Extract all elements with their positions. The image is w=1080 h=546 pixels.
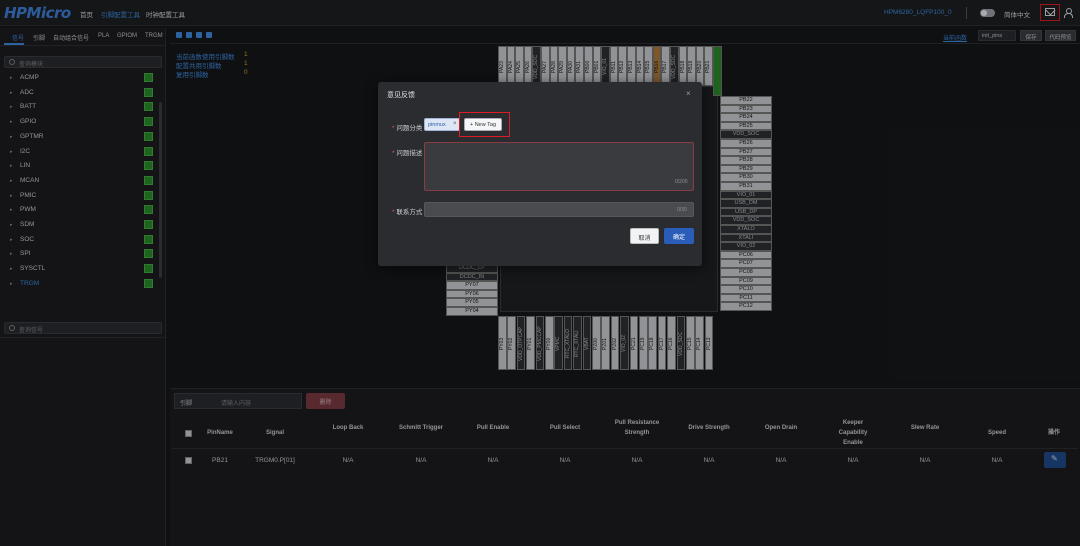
close-icon[interactable]: ×	[686, 89, 691, 98]
contact-input[interactable]: 0/30	[424, 202, 694, 217]
tag-pinmux[interactable]: pinmux ×	[424, 118, 460, 131]
new-tag-button[interactable]: + New Tag	[464, 118, 502, 131]
char-counter: 0/200	[675, 179, 688, 185]
cancel-button[interactable]: 取消	[630, 228, 659, 244]
description-label-text: 问题描述	[396, 150, 423, 157]
category-label: * 问题分类	[392, 125, 423, 132]
confirm-button[interactable]: 确定	[664, 228, 694, 244]
description-label: * 问题描述	[392, 150, 423, 157]
tag-label: pinmux	[428, 122, 446, 128]
category-label-text: 问题分类	[396, 125, 423, 132]
contact-label: * 联系方式	[392, 209, 423, 216]
contact-label-text: 联系方式	[396, 209, 423, 216]
app-window: HPMicro 首页 引脚配置工具 时钟配置工具 HPM6280_LQFP100…	[0, 0, 1080, 546]
dialog-title: 意见反馈	[387, 92, 415, 99]
char-counter: 0/30	[677, 207, 687, 213]
close-icon[interactable]: ×	[453, 121, 457, 127]
description-textarea[interactable]: 0/200	[424, 142, 694, 191]
